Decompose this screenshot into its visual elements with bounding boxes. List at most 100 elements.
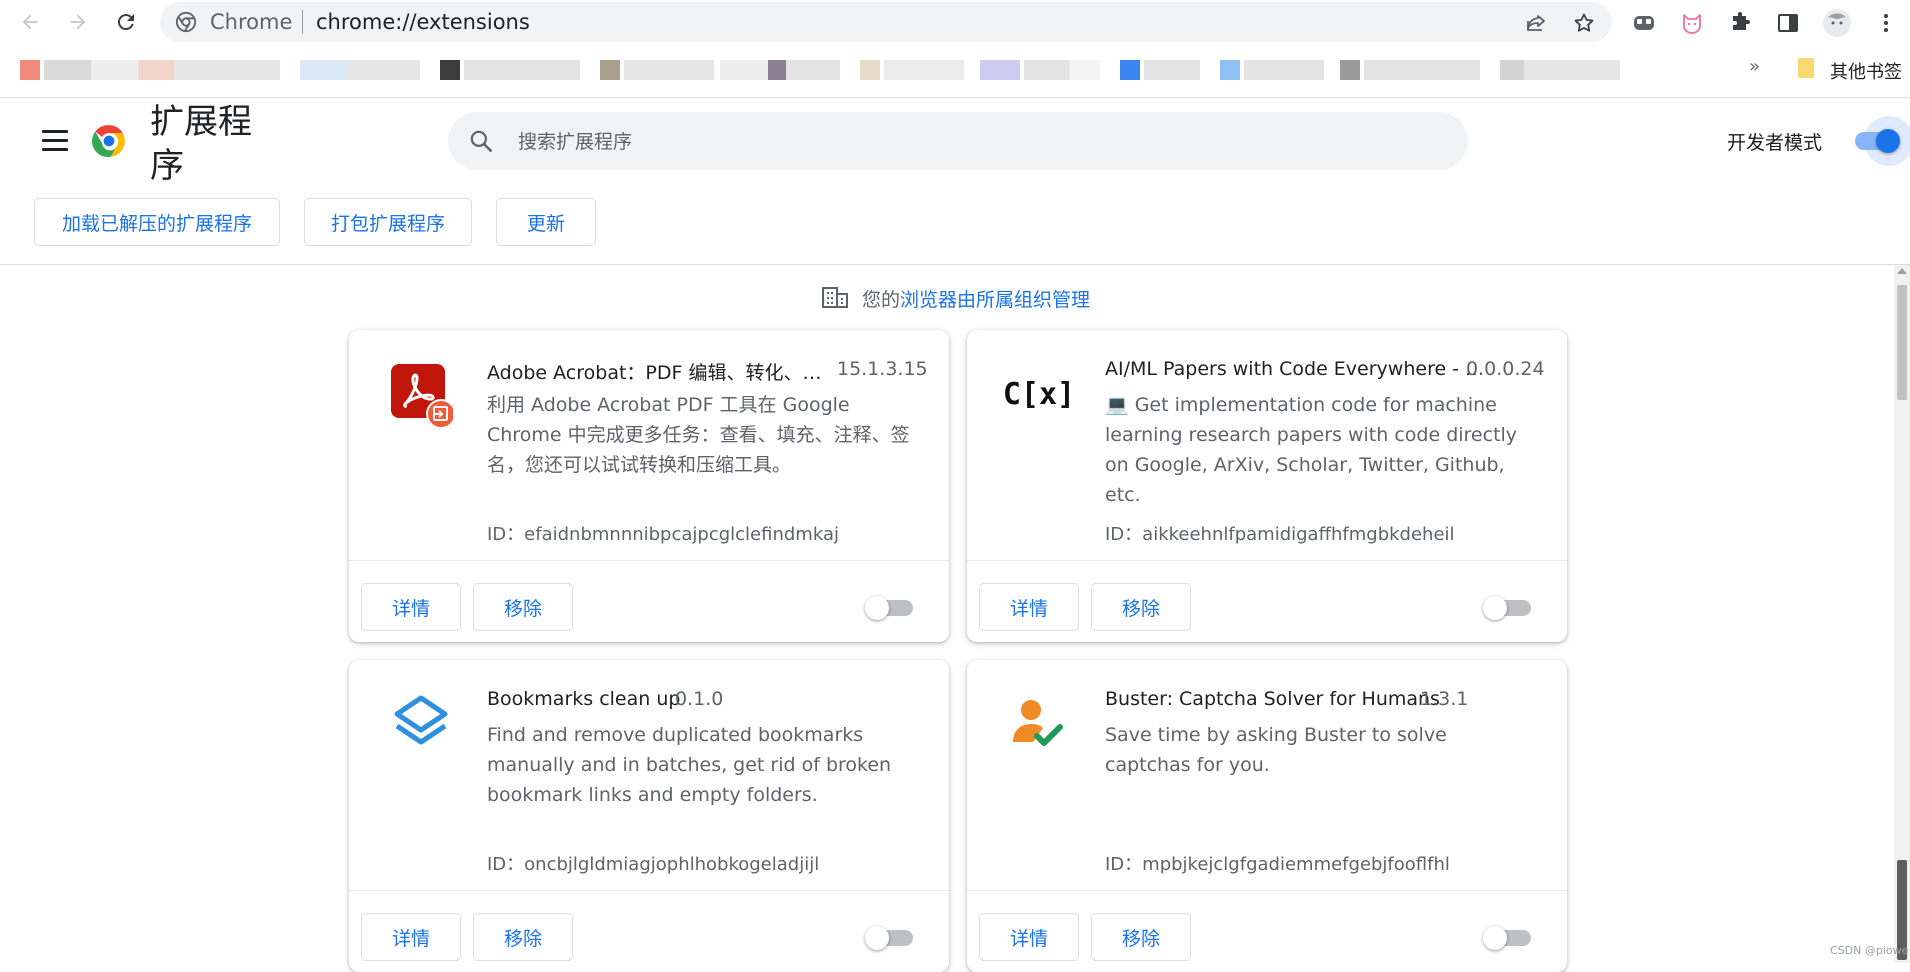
enable-toggle-knob[interactable] [1483, 926, 1507, 950]
extension-name: Adobe Acrobat：PDF 编辑、转化、… [487, 362, 822, 384]
arrow-right-icon [70, 14, 86, 30]
details-button[interactable]: 详情 [361, 913, 461, 961]
extension-card: Buster: Captcha Solver for Humans 1.3.1 … [967, 660, 1567, 972]
avatar-icon [1823, 9, 1851, 37]
bookmark-item[interactable] [1120, 60, 1140, 80]
game-controller-icon [1634, 16, 1654, 30]
cat-icon [1683, 14, 1701, 34]
bookmark-item[interactable] [600, 60, 620, 80]
extension-card: Adobe Acrobat：PDF 编辑、转化、… 15.1.3.15 利用 A… [349, 330, 949, 642]
main-menu-button[interactable] [42, 130, 68, 152]
extension-version: 0.1.0 [675, 688, 724, 710]
bookmark-item[interactable] [300, 60, 420, 80]
extension-version: 15.1.3.15 [837, 358, 928, 380]
share-button[interactable] [1523, 10, 1549, 36]
side-panel-button[interactable] [1775, 10, 1801, 36]
layers-icon [389, 692, 453, 756]
header-divider [0, 264, 1910, 265]
papers-with-code-icon-text: C[x] [1002, 376, 1076, 412]
extension-name: Buster: Captcha Solver for Humans [1105, 688, 1440, 710]
bookmark-item[interactable] [1364, 60, 1480, 80]
bookmark-item[interactable] [1244, 60, 1324, 80]
hamburger-line [42, 130, 68, 133]
bookmark-item[interactable] [20, 60, 40, 80]
bookmark-item[interactable] [860, 60, 880, 80]
bookmark-star-button[interactable] [1571, 10, 1597, 36]
extension-id: ID：mpbjkejclgfgadiemmefgebjfooflfhl [1105, 854, 1450, 875]
bookmark-item[interactable] [1220, 60, 1240, 80]
remove-button[interactable]: 移除 [1091, 583, 1191, 631]
extension-description: 💻 Get implementation code for machine le… [1105, 394, 1518, 506]
hamburger-line [42, 139, 68, 142]
forward-button[interactable] [64, 8, 92, 36]
scroll-up-arrow-icon[interactable] [1897, 268, 1907, 274]
omnibox-url[interactable]: chrome://extensions [316, 10, 530, 34]
enable-toggle-knob[interactable] [865, 596, 889, 620]
extension-description: 利用 Adobe Acrobat PDF 工具在 Google Chrome 中… [487, 394, 910, 476]
remove-button[interactable]: 移除 [473, 583, 573, 631]
hamburger-line [42, 148, 68, 151]
bookmark-item[interactable] [440, 60, 460, 80]
extension-id: ID：aikkeehnlfpamidigaffhfmgbkdeheil [1105, 524, 1455, 545]
update-button[interactable]: 更新 [496, 198, 596, 246]
extension-description: Find and remove duplicated bookmarks man… [487, 724, 892, 806]
extension-version: 1.3.1 [1420, 688, 1469, 710]
details-button[interactable]: 详情 [979, 583, 1079, 631]
page-title: 扩展程序 [150, 102, 252, 186]
bookmarks-overflow-button[interactable]: » [1749, 56, 1760, 77]
scrollbar-thumb[interactable] [1897, 285, 1907, 400]
watermark: CSDN @piowe [1830, 944, 1909, 957]
card-divider [967, 560, 1567, 561]
extension-id: ID：oncbjlgldmiagjophlhobkogeladjijl [487, 854, 820, 875]
remove-button[interactable]: 移除 [473, 913, 573, 961]
bookmark-item[interactable] [1500, 60, 1620, 80]
folder-icon [1798, 58, 1814, 78]
developer-mode-toggle-knob[interactable] [1876, 129, 1900, 153]
extension-button-1[interactable] [1631, 10, 1657, 36]
extension-card: C[x] AI/ML Papers with Code Everywhere -… [967, 330, 1567, 642]
enable-toggle-knob[interactable] [865, 926, 889, 950]
reload-button[interactable] [112, 8, 140, 36]
bookmark-item[interactable] [884, 60, 964, 80]
share-icon [1527, 15, 1545, 31]
back-button[interactable] [16, 8, 44, 36]
card-divider [349, 890, 949, 891]
managed-notice-link[interactable]: 浏览器由所属组织管理 [900, 289, 1090, 311]
chrome-menu-button[interactable] [1873, 10, 1899, 36]
side-panel-icon [1778, 14, 1798, 32]
arrow-left-icon [22, 14, 38, 30]
managed-notice-prefix: 您的 [862, 289, 901, 311]
details-button[interactable]: 详情 [979, 913, 1079, 961]
bookmark-item[interactable] [1024, 60, 1100, 80]
puzzle-icon [1733, 12, 1750, 30]
details-button[interactable]: 详情 [361, 583, 461, 631]
other-bookmarks-folder[interactable]: 其他书签 [1830, 58, 1902, 84]
extension-id: ID：efaidnbmnnnibpcajpcglclefindmkaj [487, 524, 839, 545]
papers-with-code-icon: C[x] [1003, 362, 1075, 426]
extension-button-2[interactable] [1679, 10, 1705, 36]
extension-name: AI/ML Papers with Code Everywhere - … [1105, 358, 1485, 380]
remove-button[interactable]: 移除 [1091, 913, 1191, 961]
enable-toggle-knob[interactable] [1483, 596, 1507, 620]
bookmark-item[interactable] [1144, 60, 1200, 80]
extension-name: Bookmarks clean up [487, 688, 681, 710]
bookmark-item[interactable] [980, 60, 1020, 80]
chrome-logo-icon [90, 122, 128, 160]
extensions-menu-button[interactable] [1727, 10, 1753, 36]
chrome-site-icon [175, 11, 197, 33]
bookmark-item[interactable] [624, 60, 714, 80]
search-input[interactable] [516, 126, 1220, 158]
profile-avatar[interactable] [1822, 8, 1852, 38]
omnibox-site-label: Chrome [210, 10, 293, 34]
search-icon [468, 128, 494, 154]
extension-description: Save time by asking Buster to solve capt… [1105, 724, 1447, 776]
person-check-icon [1007, 692, 1071, 756]
bookmark-item[interactable] [720, 60, 840, 80]
bookmark-item[interactable] [44, 60, 280, 80]
card-divider [349, 560, 949, 561]
bookmark-item[interactable] [464, 60, 580, 80]
bookmark-item[interactable] [1340, 60, 1360, 80]
load-unpacked-button[interactable]: 加载已解压的扩展程序 [34, 198, 280, 246]
reload-icon [117, 14, 134, 31]
pack-extension-button[interactable]: 打包扩展程序 [304, 198, 472, 246]
